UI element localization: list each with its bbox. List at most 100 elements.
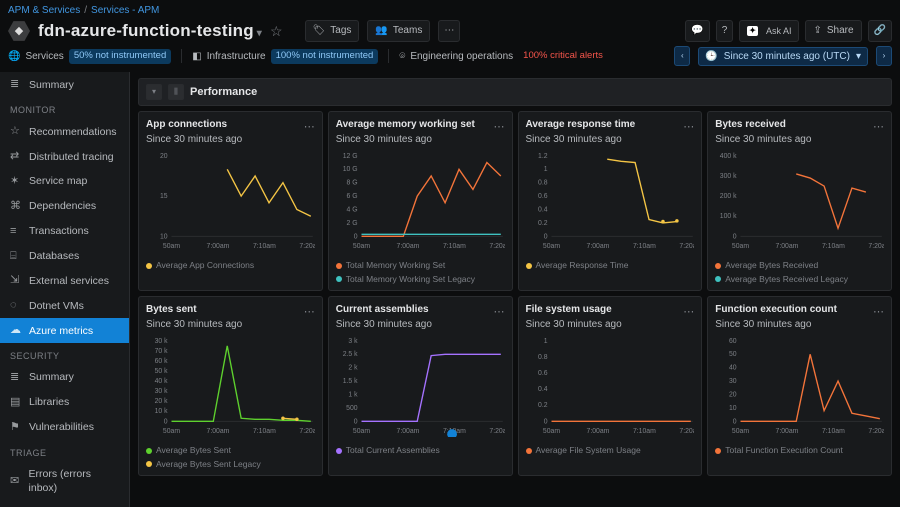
- sidebar-item-logs[interactable]: ▤Logs: [0, 500, 129, 507]
- svg-text:20 k: 20 k: [155, 398, 169, 405]
- chart-fexec: 605040302010050am7:00am7:10am7:20am: [715, 335, 884, 437]
- card-menu-button[interactable]: ⋯: [494, 305, 506, 320]
- legend: Average App Connections: [146, 260, 315, 271]
- svg-text:7:00am: 7:00am: [207, 428, 230, 435]
- svg-text:7:10am: 7:10am: [253, 244, 276, 251]
- card-fs: ⋯ File system usage Since 30 minutes ago…: [518, 296, 703, 476]
- help-icon[interactable]: ?: [716, 20, 734, 42]
- collapse-button[interactable]: ▾: [146, 84, 162, 100]
- permalink-icon[interactable]: 🔗: [868, 20, 892, 42]
- svg-text:10: 10: [160, 234, 168, 241]
- time-picker[interactable]: 🕒 Since 30 minutes ago (UTC) ▾: [698, 47, 868, 67]
- crumb-root[interactable]: APM & Services: [8, 4, 80, 18]
- ask-ai-button[interactable]: ✦Ask AI: [739, 20, 799, 42]
- svg-text:40 k: 40 k: [155, 378, 169, 385]
- azure-metrics-icon: ☁: [10, 323, 22, 338]
- svg-text:0: 0: [733, 419, 737, 426]
- svg-text:300 k: 300 k: [720, 173, 737, 180]
- infra-status[interactable]: ◧ Infrastructure 100% not instrumented: [192, 49, 378, 64]
- legend: Total Function Execution Count: [715, 445, 884, 456]
- card-asm: ⋯ Current assemblies Since 30 minutes ag…: [328, 296, 513, 476]
- legend: Total Memory Working Set Total Memory Wo…: [336, 260, 505, 285]
- dotnet-vms-icon: ◌: [10, 298, 22, 313]
- chart-type-icon[interactable]: ⫼: [168, 84, 184, 100]
- card-subtitle: Since 30 minutes ago: [526, 133, 695, 147]
- favorite-star-icon[interactable]: ☆: [270, 22, 283, 41]
- infra-badge: 100% not instrumented: [271, 49, 379, 64]
- svg-text:0: 0: [543, 234, 547, 241]
- sidebar-item-summary[interactable]: ≣Summary: [0, 365, 129, 390]
- svg-text:0.6: 0.6: [538, 193, 548, 200]
- feedback-icon[interactable]: 💬: [685, 20, 709, 42]
- engops-status[interactable]: ⌾ Engineering operations 100% critical a…: [399, 49, 608, 64]
- card-menu-button[interactable]: ⋯: [304, 305, 316, 320]
- sidebar-item-dotnet-vms[interactable]: ◌Dotnet VMs: [0, 293, 129, 318]
- svg-text:0.4: 0.4: [538, 386, 548, 393]
- legend: Total Current Assemblies: [336, 445, 505, 456]
- card-menu-button[interactable]: ⋯: [494, 120, 506, 135]
- sidebar-item-azure-metrics[interactable]: ☁Azure metrics: [0, 318, 129, 343]
- card-title: Function execution count: [715, 303, 884, 317]
- engops-badge: 100% critical alerts: [518, 49, 608, 64]
- svg-text:10: 10: [729, 405, 737, 412]
- svg-text:7:20am: 7:20am: [299, 244, 314, 251]
- svg-text:10 k: 10 k: [155, 408, 169, 415]
- svg-text:50am: 50am: [542, 244, 559, 251]
- sidebar-item-transactions[interactable]: ≡Transactions: [0, 219, 129, 244]
- card-menu-button[interactable]: ⋯: [873, 120, 885, 135]
- svg-text:12 G: 12 G: [342, 153, 357, 160]
- svg-text:20: 20: [160, 153, 168, 160]
- svg-text:7:10am: 7:10am: [443, 244, 466, 251]
- sidebar-item-vulnerabilities[interactable]: ⚑Vulnerabilities: [0, 415, 129, 440]
- card-subtitle: Since 30 minutes ago: [526, 318, 695, 332]
- svg-text:200 k: 200 k: [720, 193, 737, 200]
- card-menu-button[interactable]: ⋯: [683, 120, 695, 135]
- svg-text:0: 0: [354, 234, 358, 241]
- crumb-leaf[interactable]: Services - APM: [91, 4, 159, 18]
- sidebar-item-service-map[interactable]: ✶Service map: [0, 169, 129, 194]
- sidebar-item-distributed-tracing[interactable]: ⇄Distributed tracing: [0, 144, 129, 169]
- teams-button[interactable]: 👥 Teams: [367, 20, 430, 42]
- legend-item: Average Bytes Received: [715, 260, 884, 271]
- svg-text:50am: 50am: [732, 428, 749, 435]
- services-status[interactable]: 🌐 Services 50% not instrumented: [8, 49, 171, 64]
- chart-mem: 12 G10 G8 G6 G4 G2 G050am7:00am7:10am7:2…: [336, 150, 505, 252]
- svg-text:50am: 50am: [542, 428, 559, 435]
- svg-text:500: 500: [346, 405, 358, 412]
- sidebar-item-errors-errors-inbox-[interactable]: ✉Errors (errors inbox): [0, 462, 129, 500]
- svg-text:0: 0: [164, 419, 168, 426]
- chart-fs: 10.80.60.40.2050am7:00am7:10am7:20am: [526, 335, 695, 437]
- sidebar-item-recommendations[interactable]: ☆Recommendations: [0, 119, 129, 144]
- svg-text:7:20am: 7:20am: [679, 428, 694, 435]
- card-menu-button[interactable]: ⋯: [683, 305, 695, 320]
- page-title[interactable]: fdn-azure-function-testing: [38, 20, 262, 43]
- card-mem: ⋯ Average memory working set Since 30 mi…: [328, 111, 513, 291]
- svg-text:0.4: 0.4: [538, 207, 548, 214]
- errors-errors-inbox--icon: ✉: [10, 474, 22, 489]
- svg-text:7:20am: 7:20am: [869, 428, 884, 435]
- card-subtitle: Since 30 minutes ago: [715, 133, 884, 147]
- sidebar-item-summary[interactable]: ≣Summary: [0, 72, 129, 97]
- svg-text:7:20am: 7:20am: [679, 244, 694, 251]
- time-prev-button[interactable]: ‹: [674, 46, 690, 66]
- sidebar-item-dependencies[interactable]: ⌘Dependencies: [0, 194, 129, 219]
- svg-text:100 k: 100 k: [720, 214, 737, 221]
- svg-text:0.2: 0.2: [538, 220, 548, 227]
- tags-button[interactable]: 🏷 Tags: [305, 20, 360, 42]
- more-button[interactable]: ⋯: [438, 20, 460, 42]
- svg-text:7:00am: 7:00am: [586, 244, 609, 251]
- sidebar-item-databases[interactable]: ⌸Databases: [0, 244, 129, 269]
- svg-text:7:00am: 7:00am: [396, 244, 419, 251]
- time-next-button[interactable]: ›: [876, 46, 892, 66]
- svg-text:7:00am: 7:00am: [776, 244, 799, 251]
- card-menu-button[interactable]: ⋯: [873, 305, 885, 320]
- vulnerabilities-icon: ⚑: [10, 420, 22, 435]
- sidebar-item-external-services[interactable]: ⇲External services: [0, 268, 129, 293]
- distributed-tracing-icon: ⇄: [10, 149, 22, 164]
- card-menu-button[interactable]: ⋯: [304, 120, 316, 135]
- sidebar: ≣SummaryMONITOR ☆Recommendations ⇄Distri…: [0, 72, 130, 507]
- share-button[interactable]: ⇪ Share: [805, 20, 861, 42]
- service-map-icon: ✶: [10, 174, 22, 189]
- sidebar-item-libraries[interactable]: ▤Libraries: [0, 390, 129, 415]
- card-title: Bytes received: [715, 118, 884, 132]
